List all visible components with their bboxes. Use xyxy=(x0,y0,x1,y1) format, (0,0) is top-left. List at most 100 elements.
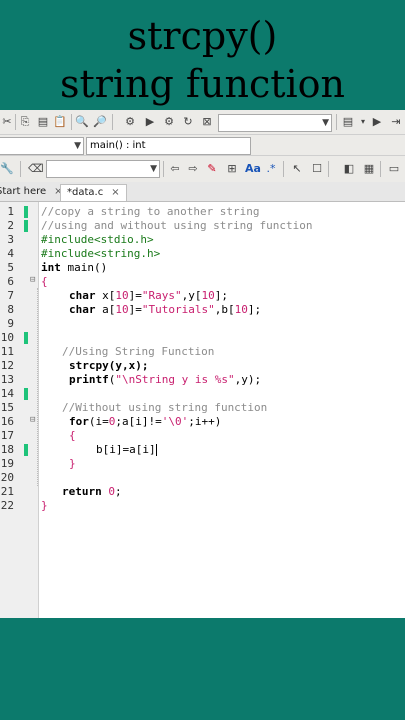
fold-minus-icon[interactable]: ⊟ xyxy=(30,275,35,285)
code-completion-toolbar: ▼ main() : int xyxy=(0,135,405,156)
chevron-down-icon: ▼ xyxy=(74,141,81,151)
fold-minus-icon[interactable]: ⊟ xyxy=(30,415,35,425)
code-token: ,y); xyxy=(234,373,262,386)
line-number: 15 xyxy=(0,401,14,414)
replace-icon[interactable]: 🔎 xyxy=(93,115,107,129)
tab-data-c[interactable]: *data.c × xyxy=(60,184,127,201)
code-line-17: b[i]=a[i] xyxy=(96,443,157,457)
highlight-icon[interactable]: ✎ xyxy=(205,162,219,176)
wrench-icon[interactable]: 🔧 xyxy=(0,162,14,176)
chevron-down-icon[interactable]: ▾ xyxy=(356,115,370,129)
line-number: 19 xyxy=(0,457,14,470)
comment: //copy a string to another string xyxy=(41,205,260,218)
indent-guide xyxy=(37,288,39,486)
line-number: 2 xyxy=(7,219,14,232)
toolbar-separator xyxy=(328,161,329,177)
step-icon[interactable]: ⇥ xyxy=(389,115,403,129)
code-token: ; xyxy=(115,485,122,498)
code-line-20: return 0; xyxy=(62,485,122,499)
code-line-1: //copy a string to another string xyxy=(41,205,260,219)
text-cursor xyxy=(155,444,157,456)
code-line-6: { xyxy=(41,275,48,289)
function-combo-value: main() : int xyxy=(90,140,146,151)
run-icon[interactable]: ▶ xyxy=(143,115,157,129)
comment: //Without using string function xyxy=(62,401,268,414)
code-line-12: printf("\nString y is %s",y); xyxy=(69,373,261,387)
settings-icon[interactable]: ⚙ xyxy=(123,115,137,129)
line-number: 13 xyxy=(0,373,14,386)
keyword: int xyxy=(41,261,61,274)
line-number: 21 xyxy=(0,485,14,498)
copy-all-icon[interactable]: ▤ xyxy=(36,115,50,129)
search-combo[interactable]: ▼ xyxy=(46,160,160,178)
toolbar-separator xyxy=(336,114,337,130)
build-run-icon[interactable]: ⚙ xyxy=(162,115,176,129)
debug-run-icon[interactable]: ▶ xyxy=(370,115,384,129)
code-line-14: //Without using string function xyxy=(62,401,267,415)
line-number: 4 xyxy=(7,247,14,260)
function-combo[interactable]: main() : int xyxy=(86,137,251,155)
code-token: ]; xyxy=(214,289,228,302)
comment: //Using String Function xyxy=(62,345,215,358)
grid-icon[interactable]: ▦ xyxy=(362,162,376,176)
code-line-5: int main() xyxy=(41,261,107,275)
toolbar-separator xyxy=(163,161,164,177)
tab-label: *data.c xyxy=(67,187,104,198)
code-line-16: { xyxy=(69,429,76,443)
toolbar-separator xyxy=(112,114,113,130)
tab-start-here[interactable]: Start here × xyxy=(0,184,63,200)
cursor-icon[interactable]: ↖ xyxy=(290,162,304,176)
code-line-11: strcpy(y,x); xyxy=(69,359,148,373)
find-next-icon[interactable]: ⇨ xyxy=(186,162,200,176)
scope-combo[interactable]: ▼ xyxy=(0,137,84,155)
panel-icon[interactable]: ▭ xyxy=(387,162,401,176)
code-token: ,b[ xyxy=(214,303,235,316)
number: 10 xyxy=(115,289,129,302)
change-marker xyxy=(24,206,28,218)
code-token: ]= xyxy=(128,303,142,316)
line-number: 5 xyxy=(7,261,14,274)
code-token: x[ xyxy=(95,289,116,302)
rebuild-icon[interactable]: ↻ xyxy=(181,115,195,129)
identifier: main() xyxy=(60,261,108,274)
line-number: 9 xyxy=(7,317,14,330)
comment: //using and without using string functio… xyxy=(41,219,313,232)
paste-icon[interactable]: 📋 xyxy=(53,115,67,129)
code-token: ]= xyxy=(128,289,142,302)
match-case-icon[interactable]: Aa xyxy=(244,162,262,176)
change-marker xyxy=(24,220,28,232)
line-number: 6 xyxy=(7,275,14,288)
stop-icon[interactable]: ⊠ xyxy=(200,115,214,129)
copy-icon[interactable]: ⎘ xyxy=(18,115,32,129)
line-number: 18 xyxy=(0,443,14,456)
regex-icon[interactable]: ⊞ xyxy=(225,162,239,176)
banner-title: strcpy() xyxy=(127,14,278,58)
change-marker xyxy=(24,332,28,344)
box-icon[interactable]: ☐ xyxy=(310,162,324,176)
code-token: a[ xyxy=(95,303,116,316)
find-previous-icon[interactable]: ⇦ xyxy=(168,162,182,176)
function-call: strcpy(y,x); xyxy=(69,359,149,372)
clear-icon[interactable]: ⌫ xyxy=(28,162,44,176)
number: 0 xyxy=(101,485,115,498)
cut-icon[interactable]: ✂ xyxy=(0,115,14,129)
code-token: ;i++) xyxy=(188,415,222,428)
close-icon[interactable]: × xyxy=(111,187,119,198)
document-icon[interactable]: ▤ xyxy=(341,115,355,129)
search-toolbar: 🔧 ⌫ ▼ ⇦ ⇨ ✎ ⊞ Aa .* ↖ ☐ ◧ ▦ ▭ xyxy=(0,156,405,183)
code-line-21: } xyxy=(41,499,48,513)
code-token: ]; xyxy=(247,303,262,316)
change-marker xyxy=(24,388,28,400)
keyword: return xyxy=(62,485,102,498)
build-target-combo[interactable]: ▼ xyxy=(218,114,332,132)
code-token: b[i]=a[i] xyxy=(96,443,156,456)
code-line-15: for(i=0;a[i]!='\0';i++) xyxy=(69,415,221,429)
keyword: for xyxy=(69,415,89,428)
search-icon[interactable]: 🔍 xyxy=(75,115,89,129)
number: 10 xyxy=(115,303,129,316)
regex-star-icon[interactable]: .* xyxy=(264,162,278,176)
layout-icon[interactable]: ◧ xyxy=(342,162,356,176)
brace: { xyxy=(41,275,48,288)
code-editor[interactable]: //copy a string to another string //usin… xyxy=(37,202,405,618)
banner-subtitle: string function xyxy=(59,62,346,106)
